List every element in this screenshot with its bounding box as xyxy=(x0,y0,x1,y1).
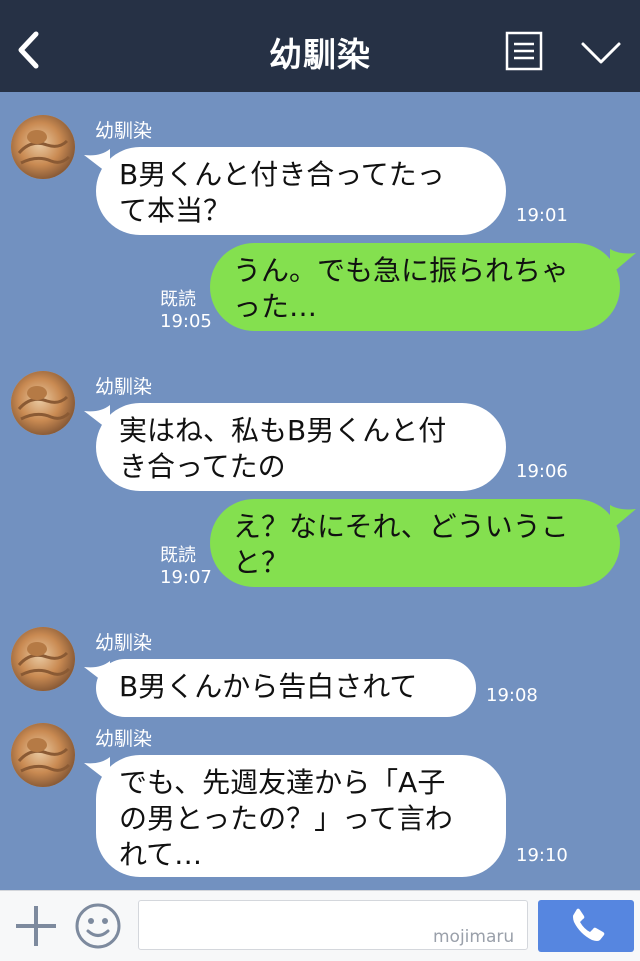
chevron-down-icon xyxy=(581,42,621,64)
message-time: 19:01 xyxy=(516,205,568,226)
sender-name: 幼馴染 xyxy=(95,728,153,750)
message-line: でも、先週友達から「A子 xyxy=(119,766,446,799)
input-bar: mojimaru xyxy=(0,890,640,961)
cat-avatar-icon xyxy=(11,371,75,435)
menu-button[interactable] xyxy=(505,31,543,71)
message-time: 19:07 xyxy=(160,567,212,588)
message-bubble-incoming[interactable]: でも、先週友達から「A子 の男とったの？」って言わ れて… xyxy=(96,755,506,877)
chat-header: 幼馴染 xyxy=(0,0,640,92)
message-line: 実はね、私もB男くんと付 xyxy=(119,414,447,447)
message-bubble-incoming[interactable]: B男くんと付き合ってたっ て本当？ xyxy=(96,147,506,235)
message-line: B男くんと付き合ってたっ xyxy=(119,158,445,191)
avatar[interactable] xyxy=(11,115,75,179)
call-button[interactable] xyxy=(538,900,634,952)
phone-icon xyxy=(573,908,605,941)
smiley-icon xyxy=(75,903,121,949)
message-bubble-incoming[interactable]: B男くんから告白されて xyxy=(96,659,476,717)
message-bubble-outgoing[interactable]: うん。でも急に振られちゃ った… xyxy=(210,243,620,331)
cat-avatar-icon xyxy=(11,627,75,691)
watermark-text: mojimaru xyxy=(433,927,515,947)
message-line: て本当？ xyxy=(119,194,232,227)
sender-name: 幼馴染 xyxy=(95,120,153,142)
emoji-button[interactable] xyxy=(74,902,122,950)
expand-button[interactable] xyxy=(580,38,622,68)
message-line: と？ xyxy=(233,546,290,579)
avatar[interactable] xyxy=(11,627,75,691)
read-receipt: 既読 xyxy=(160,545,196,566)
message-time: 19:05 xyxy=(160,311,212,332)
sender-name: 幼馴染 xyxy=(95,632,153,654)
message-line: った… xyxy=(233,290,318,323)
message-line: の男とったの？」って言わ xyxy=(119,802,453,835)
avatar[interactable] xyxy=(11,371,75,435)
message-bubble-outgoing[interactable]: え？なにそれ、どういうこ と？ xyxy=(210,499,620,587)
bubble-tail xyxy=(610,505,636,531)
message-bubble-incoming[interactable]: 実はね、私もB男くんと付 き合ってたの xyxy=(96,403,506,491)
plus-icon xyxy=(16,906,56,946)
message-line: B男くんから告白されて xyxy=(119,670,418,703)
cat-avatar-icon xyxy=(11,115,75,179)
message-line: き合ってたの xyxy=(119,450,286,483)
message-time: 19:06 xyxy=(516,461,568,482)
cat-avatar-icon xyxy=(11,723,75,787)
bubble-tail xyxy=(610,249,636,275)
list-menu-icon xyxy=(505,31,543,71)
message-line: うん。でも急に振られちゃ xyxy=(233,254,570,287)
message-line: え？なにそれ、どういうこ xyxy=(233,510,569,543)
chat-title: 幼馴染 xyxy=(269,35,371,74)
avatar[interactable] xyxy=(11,723,75,787)
sender-name: 幼馴染 xyxy=(95,376,153,398)
read-receipt: 既読 xyxy=(160,289,196,310)
add-button[interactable] xyxy=(14,904,58,948)
message-line: れて… xyxy=(119,838,203,871)
message-time: 19:08 xyxy=(486,685,538,706)
message-time: 19:10 xyxy=(516,845,568,866)
chat-area[interactable]: 幼馴染 B男くんと付き合ってたっ て本当？ 19:01 既読 19:05 うん。… xyxy=(0,92,640,890)
